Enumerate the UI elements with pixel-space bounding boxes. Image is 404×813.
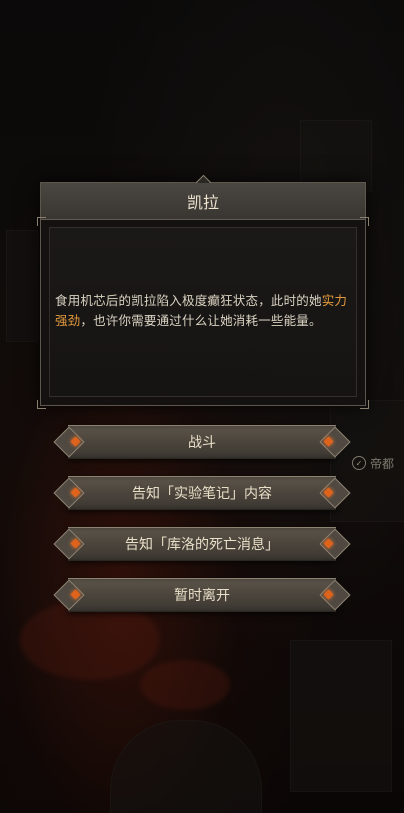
option-fight-button[interactable]: 战斗 [68, 425, 336, 459]
map-location-tag[interactable]: ✓ 帝都 [352, 452, 404, 474]
gem-icon [70, 538, 81, 549]
dialog-title: 凯拉 [186, 193, 219, 212]
check-icon: ✓ [352, 456, 366, 470]
description-text-end: ，也许你需要通过什么让她消耗一些能量。 [80, 313, 322, 328]
gem-icon [323, 538, 334, 549]
game-background [0, 0, 404, 813]
description-text: 食用机芯后的凯拉陷入极度癫狂状态，此时的她 [55, 293, 322, 308]
event-dialog: 凯拉 食用机芯后的凯拉陷入极度癫狂状态，此时的她实力强劲，也许你需要通过什么让她… [37, 174, 369, 409]
gem-icon [70, 436, 81, 447]
option-leave-button[interactable]: 暂时离开 [68, 578, 336, 612]
gem-icon [323, 589, 334, 600]
option-label: 战斗 [188, 435, 216, 451]
gem-icon [70, 589, 81, 600]
option-tell-death-button[interactable]: 告知「库洛的死亡消息」 [68, 527, 336, 561]
dialog-corner-ornament [37, 217, 46, 226]
dialog-header: 凯拉 [41, 183, 365, 220]
option-label: 告知「库洛的死亡消息」 [125, 537, 279, 553]
option-tell-notes-button[interactable]: 告知「实验笔记」内容 [68, 476, 336, 510]
dialog-corner-ornament [37, 400, 46, 409]
dialog-corner-ornament [360, 217, 369, 226]
dialog-description: 食用机芯后的凯拉陷入极度癫狂状态，此时的她实力强劲，也许你需要通过什么让她消耗一… [55, 291, 351, 331]
gem-icon [323, 487, 334, 498]
map-location-label: 帝都 [370, 456, 395, 471]
gem-icon [70, 487, 81, 498]
background-dim-overlay [0, 0, 404, 813]
option-label: 告知「实验笔记」内容 [132, 486, 272, 502]
dialog-corner-ornament [360, 400, 369, 409]
gem-icon [323, 436, 334, 447]
option-label: 暂时离开 [174, 588, 230, 604]
